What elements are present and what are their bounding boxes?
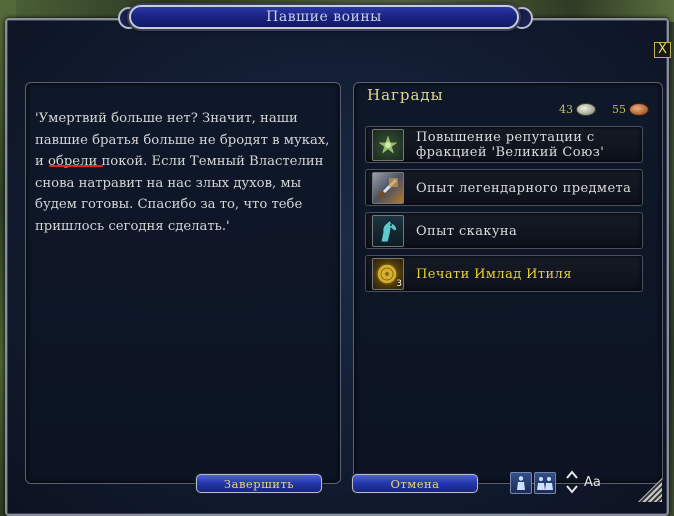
- quest-text-panel: 'Умертвий больше нет? Значит, наши павши…: [25, 82, 341, 484]
- seal-quantity: 3: [396, 279, 402, 289]
- legendary-item-icon: [372, 172, 404, 204]
- reward-mount-xp-label: Опыт скакуна: [416, 223, 518, 239]
- companion-icon-button[interactable]: [510, 472, 532, 494]
- copper-coin-icon: [629, 103, 649, 116]
- group-figures-icon: [537, 477, 553, 490]
- rewards-title: Награды: [367, 86, 444, 104]
- copper-amount: 55: [612, 103, 649, 116]
- font-size-arrows[interactable]: [565, 468, 579, 496]
- reputation-star-icon: [372, 129, 404, 161]
- silver-amount: 43: [559, 103, 596, 116]
- group-icon-button[interactable]: [534, 472, 556, 494]
- spellcheck-underline: [49, 165, 103, 167]
- reward-legendary-xp[interactable]: Опыт легендарного предмета: [365, 169, 643, 206]
- font-decrease-icon: [566, 485, 578, 494]
- quest-completion-text: 'Умертвий больше нет? Значит, наши павши…: [35, 111, 330, 234]
- reward-legendary-xp-label: Опыт легендарного предмета: [416, 180, 632, 196]
- rewards-panel: Награды 43 55 Повышение репутации с фрак…: [353, 82, 663, 484]
- silver-value: 43: [559, 103, 573, 116]
- cancel-button[interactable]: Отмена: [352, 474, 478, 493]
- window-title: Павшие воины: [129, 5, 519, 29]
- reward-reputation-label: Повышение репутации с фракцией 'Великий …: [416, 130, 605, 160]
- copper-value: 55: [612, 103, 626, 116]
- reward-seals-label: Печати Имлад Итиля: [416, 266, 572, 282]
- horse-icon: [372, 215, 404, 247]
- quest-window: X 'Умертвий больше нет? Значит, наши пав…: [5, 18, 671, 516]
- complete-button[interactable]: Завершить: [196, 474, 322, 493]
- figure-icon: [517, 476, 525, 490]
- close-button[interactable]: X: [654, 42, 671, 58]
- font-size-label: Aa: [584, 475, 601, 490]
- reward-mount-xp[interactable]: Опыт скакуна: [365, 212, 643, 249]
- reward-reputation[interactable]: Повышение репутации с фракцией 'Великий …: [365, 126, 643, 163]
- reward-seals[interactable]: 3 Печати Имлад Итиля: [365, 255, 643, 292]
- seal-coin-icon: 3: [372, 258, 404, 290]
- font-increase-icon: [566, 470, 578, 479]
- silver-coin-icon: [576, 103, 596, 116]
